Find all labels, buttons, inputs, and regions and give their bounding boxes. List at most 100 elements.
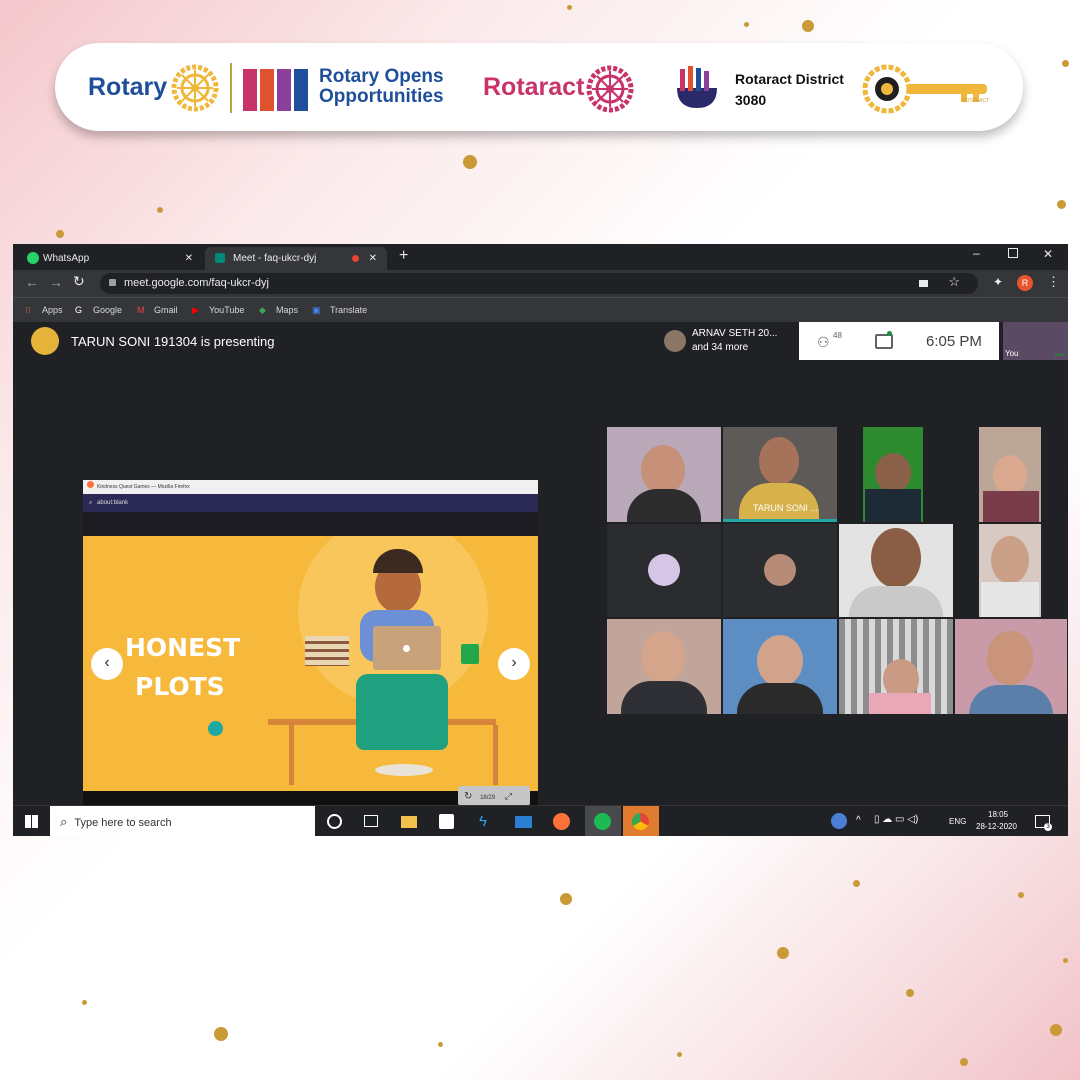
participant-tile[interactable]: [955, 619, 1067, 714]
mail-icon[interactable]: [515, 816, 532, 828]
chrome-icon[interactable]: [623, 806, 659, 836]
bookmark-translate[interactable]: Translate: [330, 298, 367, 322]
bookmark-maps[interactable]: Maps: [276, 298, 298, 322]
forward-icon[interactable]: →: [49, 274, 63, 290]
search-icon: ⌕: [60, 814, 68, 829]
participant-tile[interactable]: [863, 427, 923, 522]
tab-meet[interactable]: Meet - faq-ukcr-dyj ✕: [205, 247, 387, 270]
cortana-icon[interactable]: [327, 814, 342, 829]
language-indicator[interactable]: ENG: [949, 817, 966, 826]
new-tab-button[interactable]: +: [399, 247, 408, 265]
apps-icon: ⁝⁝: [25, 305, 31, 315]
participant-tile[interactable]: [979, 427, 1041, 522]
avatar: [757, 635, 803, 687]
url-field[interactable]: meet.google.com/faq-ukcr-dyj ☆: [100, 273, 978, 294]
file-explorer-icon[interactable]: [401, 816, 417, 828]
doors-icon: [243, 69, 308, 111]
windows-start-icon[interactable]: [25, 815, 38, 828]
participant-tile[interactable]: [723, 619, 837, 714]
participant-tile[interactable]: [723, 524, 837, 617]
bookmark-youtube[interactable]: YouTube: [209, 298, 244, 322]
key-logo-icon: [862, 64, 987, 114]
avatar: [641, 445, 685, 495]
avatar: [764, 554, 796, 586]
slide-prev-button[interactable]: ‹: [91, 648, 123, 680]
reload-icon[interactable]: ↻: [73, 273, 85, 290]
store-icon[interactable]: [439, 814, 454, 829]
chat-icon[interactable]: [875, 334, 893, 349]
bookmark-gmail[interactable]: Gmail: [154, 298, 178, 322]
profile-avatar[interactable]: R: [1017, 275, 1033, 291]
self-label: You: [1005, 349, 1019, 358]
participant-tile[interactable]: [979, 524, 1041, 617]
restore-button[interactable]: [1008, 248, 1018, 258]
avatar-body: [737, 683, 823, 714]
search-icon: ⌕: [89, 500, 93, 506]
avatar: [993, 455, 1027, 495]
banner-divider: [230, 63, 232, 113]
bookmark-google[interactable]: Google: [93, 298, 122, 322]
avatar-body: [969, 685, 1053, 714]
district-text: Rotaract District 3080: [735, 71, 844, 108]
menu-icon[interactable]: ⋮: [1047, 274, 1060, 290]
vscode-icon[interactable]: ϟ: [479, 813, 487, 830]
participant-grid: TARUN SONI ...: [607, 427, 1067, 714]
avatar: [641, 631, 685, 683]
clock-time[interactable]: 18:05: [988, 810, 1008, 819]
task-view-icon[interactable]: [364, 815, 378, 827]
camera-icon[interactable]: [919, 280, 928, 287]
participant-tile[interactable]: [839, 524, 953, 617]
avatar: [759, 437, 799, 485]
participant-tile[interactable]: [607, 524, 721, 617]
tab-bar: WhatsApp ✕ Meet - faq-ukcr-dyj ✕ + – ✕: [13, 244, 1068, 270]
fullscreen-icon[interactable]: ⤢: [505, 791, 512, 801]
people-icon[interactable]: ⚇: [817, 334, 830, 351]
presenting-label: TARUN SONI 191304 is presenting: [71, 334, 275, 349]
participants-line-2: and 34 more: [692, 342, 749, 353]
notification-count: 3: [1044, 823, 1052, 831]
participant-tile[interactable]: [607, 427, 721, 522]
firefox-taskbar-icon[interactable]: [553, 813, 570, 830]
clock-date[interactable]: 28-12-2020: [976, 822, 1017, 831]
extensions-icon[interactable]: ✦: [993, 275, 1003, 289]
avatar: [648, 554, 680, 586]
help-icon[interactable]: [831, 813, 847, 829]
firefox-titlebar: Kindness Quest Games — Mozilla Firefox: [83, 480, 538, 494]
whatsapp-icon: [27, 252, 39, 264]
participant-tile[interactable]: [607, 619, 721, 714]
meet-icon: [215, 253, 225, 263]
meet-area: TARUN SONI 191304 is presenting ARNAV SE…: [13, 322, 1068, 812]
more-options-icon[interactable]: •••: [1055, 350, 1064, 360]
slide-controls: ↻ 18/29 ⤢: [458, 786, 530, 806]
back-icon[interactable]: ←: [25, 274, 39, 290]
translate-icon: ▣: [312, 305, 321, 315]
participants-preview[interactable]: ARNAV SETH 20... and 34 more: [658, 322, 798, 360]
firefox-toolbar: [83, 512, 538, 536]
rotary-wheel-icon: [171, 64, 219, 112]
close-tab-icon[interactable]: ✕: [369, 247, 377, 270]
participant-tile[interactable]: [839, 619, 953, 714]
star-icon[interactable]: ☆: [948, 274, 960, 290]
mug: [461, 644, 479, 664]
bookmarks-bar: ⁝⁝ Apps G Google M Gmail ▶ YouTube ◆ Map…: [13, 297, 1068, 323]
tray-arrow-icon[interactable]: ^: [856, 815, 861, 826]
tab-whatsapp[interactable]: WhatsApp ✕: [13, 247, 203, 270]
self-view: You •••: [1003, 322, 1068, 360]
bookmark-apps[interactable]: Apps: [42, 298, 63, 322]
participant-tile-tarun[interactable]: TARUN SONI ...: [723, 427, 837, 522]
slide-next-button[interactable]: ›: [498, 648, 530, 680]
close-window-button[interactable]: ✕: [1043, 247, 1053, 261]
minimize-button[interactable]: –: [973, 246, 980, 260]
desk-leg-right: [493, 725, 498, 785]
spotify-icon[interactable]: [585, 806, 621, 836]
taskbar-search[interactable]: ⌕ Type here to search: [50, 806, 315, 836]
rotaract-logo-text: Rotaract: [483, 73, 585, 101]
close-tab-icon[interactable]: ✕: [185, 247, 193, 270]
reload-slide-icon[interactable]: ↻: [464, 791, 472, 802]
tile-label: TARUN SONI ...: [753, 503, 818, 513]
rotary-opens-text: Rotary Opens Opportunities: [319, 66, 444, 107]
logo-banner: Rotary Rotary Opens Opportunities Rotara…: [55, 43, 1023, 131]
slide-title-line-2: PLOTS: [135, 672, 225, 701]
windows-taskbar: ⌕ Type here to search ϟ ^ ▯ ☁ ▭ ◁) ENG 1…: [13, 805, 1068, 836]
laptop-logo: [403, 645, 410, 652]
